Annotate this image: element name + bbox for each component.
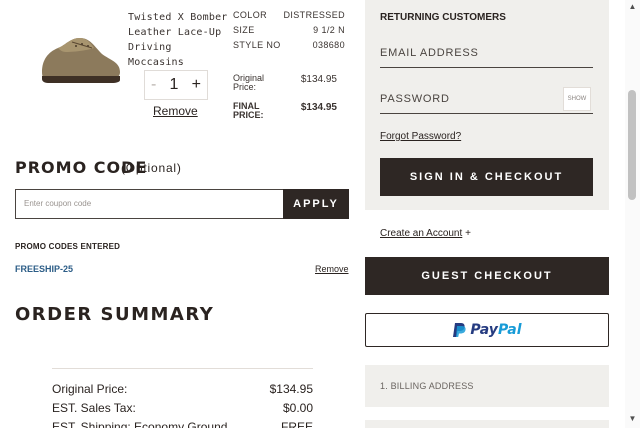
billing-address-step[interactable]: 1. BILLING ADDRESS: [365, 365, 609, 407]
guest-checkout-button[interactable]: GUEST CHECKOUT: [365, 257, 609, 295]
spec-label: STYLE NO: [233, 40, 281, 50]
promo-code-entry: FREESHIP-25: [15, 264, 74, 274]
item-prices: Original Price: $134.95 FINAL PRICE: $13…: [233, 74, 337, 120]
spec-style: STYLE NO 038680: [233, 38, 345, 53]
apply-promo-button[interactable]: APPLY: [283, 189, 349, 219]
email-field[interactable]: EMAIL ADDRESS: [380, 38, 593, 68]
next-step-panel: [365, 420, 609, 428]
remove-item-link[interactable]: Remove: [153, 104, 198, 118]
summary-row: EST. Sales Tax: $0.00: [52, 399, 313, 418]
scrollbar-track[interactable]: [625, 0, 640, 428]
paypal-pal-text: Pal: [497, 322, 522, 338]
summary-label: EST. Shipping: Economy Ground: [52, 420, 228, 428]
final-price-label: FINAL PRICE:: [233, 101, 264, 120]
summary-value: $134.95: [269, 382, 313, 396]
password-field[interactable]: PASSWORD: [380, 84, 593, 114]
final-price-value: $134.95: [300, 102, 337, 113]
remove-promo-link[interactable]: Remove: [315, 264, 349, 274]
product-name-line: Leather Lace-Up: [128, 27, 222, 38]
shoe-image: [42, 38, 120, 83]
paypal-wordmark: PayPal: [470, 322, 521, 338]
scrollbar-thumb[interactable]: [628, 90, 636, 200]
summary-value: $0.00: [282, 401, 313, 415]
sign-in-checkout-button[interactable]: SIGN IN & CHECKOUT: [380, 158, 593, 196]
spec-label: COLOR: [233, 10, 268, 20]
order-summary-heading: ORDER SUMMARY: [15, 304, 215, 325]
summary-label: EST. Sales Tax:: [52, 401, 136, 415]
quantity-decrease-button[interactable]: -: [151, 76, 156, 94]
product-name-line: Driving Moccasins: [128, 42, 184, 68]
quantity-increase-button[interactable]: +: [192, 76, 201, 94]
promo-optional-label: (Optional): [121, 161, 182, 175]
forgot-password-link[interactable]: Forgot Password?: [380, 131, 461, 142]
summary-row: EST. Shipping: Economy Ground FREE: [52, 418, 313, 428]
spec-color: COLOR DISTRESSED: [233, 8, 345, 23]
product-name-line: Twisted X Bomber: [128, 12, 228, 23]
summary-label: Original Price:: [52, 382, 128, 396]
promo-codes-entered-heading: PROMO CODES ENTERED: [15, 242, 121, 251]
paypal-button[interactable]: PayPal: [365, 313, 609, 347]
paypal-icon: [453, 323, 467, 337]
spec-label: SIZE: [233, 25, 255, 35]
product-specs: COLOR DISTRESSED SIZE 9 1/2 N STYLE NO 0…: [233, 8, 345, 53]
product-name[interactable]: Twisted X Bomber Leather Lace-Up Driving…: [128, 10, 228, 70]
show-password-button[interactable]: SHOW: [563, 87, 591, 111]
returning-customers-heading: RETURNING CUSTOMERS: [380, 12, 506, 23]
promo-code-input[interactable]: Enter coupon code: [15, 189, 283, 219]
spec-value: 038680: [312, 40, 345, 50]
spec-value: 9 1/2 N: [313, 25, 345, 35]
final-price-row: FINAL PRICE: $134.95: [233, 102, 337, 120]
summary-value: FREE: [280, 420, 313, 428]
original-price-label: Original Price:: [233, 73, 265, 92]
quantity-stepper: - 1 +: [144, 70, 208, 100]
plus-icon: +: [465, 228, 471, 239]
spec-size: SIZE 9 1/2 N: [233, 23, 345, 38]
product-image[interactable]: [36, 32, 124, 88]
original-price-row: Original Price: $134.95: [233, 74, 337, 92]
scroll-up-arrow-icon[interactable]: ▲: [627, 3, 638, 11]
quantity-value[interactable]: 1: [170, 76, 179, 94]
summary-row: Original Price: $134.95: [52, 380, 313, 399]
spec-value: DISTRESSED: [283, 10, 345, 20]
summary-divider: [52, 368, 313, 369]
paypal-pay-text: Pay: [470, 322, 498, 338]
create-account-label: Create an Account: [380, 228, 463, 239]
create-account-link[interactable]: Create an Account +: [380, 228, 471, 239]
scroll-down-arrow-icon[interactable]: ▼: [627, 415, 638, 423]
original-price-value: $134.95: [300, 74, 337, 85]
order-summary-rows: Original Price: $134.95 EST. Sales Tax: …: [52, 380, 313, 428]
